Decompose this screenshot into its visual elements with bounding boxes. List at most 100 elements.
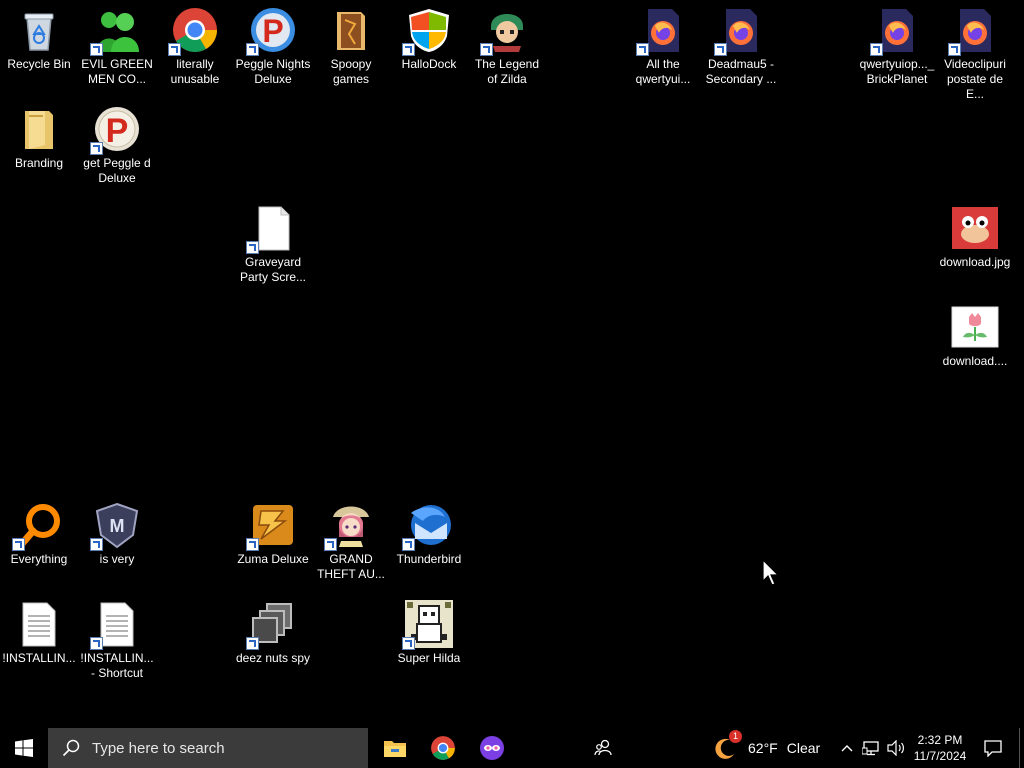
green-men-icon — [90, 6, 141, 56]
notification-icon — [984, 740, 1002, 757]
desktop-icon-peggle-nights[interactable]: P Peggle Nights Deluxe — [235, 0, 311, 87]
shortcut-arrow-icon — [714, 43, 727, 56]
speaker-icon — [887, 740, 904, 756]
weather-icon: 1 — [712, 730, 742, 760]
firefox-file-icon — [636, 6, 687, 56]
desktop-icon-evil-green-men[interactable]: EVIL GREEN MEN CO... — [79, 0, 155, 87]
weather-widget[interactable]: 1 62°F Clear — [712, 728, 830, 768]
shortcut-arrow-icon — [324, 538, 337, 551]
clock-date: 11/7/2024 — [913, 749, 967, 763]
desktop-icon-all-the-qwertyui[interactable]: All the qwertyui... — [625, 0, 701, 87]
desktop-icon-literally-unusable[interactable]: literally unusable — [157, 0, 233, 87]
show-hidden-icons-button[interactable] — [836, 728, 858, 768]
people-icon — [594, 739, 612, 756]
firefox-file-icon — [948, 6, 999, 56]
desktop-icon-installing-shortcut[interactable]: !INSTALLIN... - Shortcut — [79, 594, 155, 681]
file-explorer-icon — [384, 741, 406, 757]
start-button[interactable] — [0, 728, 48, 768]
anime-girl-icon — [324, 501, 375, 551]
zilda-icon — [480, 6, 531, 56]
desktop-icon-label: Recycle Bin — [7, 57, 71, 71]
search-placeholder: Type here to search — [92, 739, 225, 757]
weather-condition: Clear — [786, 740, 821, 756]
desktop[interactable]: Recycle Bin EVIL GREEN MEN CO... literal… — [0, 0, 1024, 728]
chrome-icon — [431, 736, 455, 760]
desktop-icon-hallodock[interactable]: HalloDock — [391, 0, 467, 72]
mask-app-icon — [480, 736, 504, 760]
weather-alert-badge: 1 — [729, 730, 742, 743]
shortcut-arrow-icon — [12, 538, 25, 551]
svg-text:M: M — [110, 516, 125, 536]
folder-icon — [15, 105, 63, 153]
shortcut-arrow-icon — [402, 637, 415, 650]
desktop-icon-installing[interactable]: !INSTALLIN... — [1, 594, 77, 666]
blank-file-icon — [246, 204, 297, 254]
desktop-icon-super-hilda[interactable]: Super Hilda — [391, 594, 467, 666]
desktop-icon-thunderbird[interactable]: Thunderbird — [391, 495, 467, 567]
desktop-icon-everything[interactable]: Everything — [1, 495, 77, 567]
desktop-icon-label: Spoopy games — [330, 57, 372, 86]
desktop-icon-zuma-deluxe[interactable]: Zuma Deluxe — [235, 495, 311, 567]
network-icon — [862, 741, 879, 756]
pixel-art-icon — [402, 600, 453, 650]
desktop-icon-deadmau5[interactable]: Deadmau5 - Secondary ... — [703, 0, 779, 87]
everything-search-icon — [12, 501, 63, 551]
desktop-icon-label: deez nuts spy — [235, 651, 311, 665]
shortcut-arrow-icon — [246, 43, 259, 56]
desktop-icon-download-jpg[interactable]: download.jpg — [937, 198, 1013, 270]
desktop-icon-spoopy-games[interactable]: Spoopy games — [313, 0, 389, 87]
desktop-icon-graveyard-party[interactable]: Graveyard Party Scre... — [235, 198, 311, 285]
shortcut-arrow-icon — [402, 538, 415, 551]
thunderbird-icon — [402, 501, 453, 551]
shortcut-arrow-icon — [402, 43, 415, 56]
chevron-up-icon — [841, 745, 853, 752]
peggle-icon: P — [246, 6, 297, 56]
search-input[interactable]: Type here to search — [48, 728, 368, 768]
desktop-icon-videoclipuri[interactable]: Videoclipuri postate de E... — [937, 0, 1013, 102]
clock[interactable]: 2:32 PM 11/7/2024 — [910, 728, 970, 768]
desktop-icon-get-peggle-deluxe[interactable]: P get Peggle d Deluxe — [79, 99, 155, 186]
show-desktop-button[interactable] — [1019, 728, 1024, 768]
shortcut-arrow-icon — [246, 538, 259, 551]
desktop-icon-label: !INSTALLIN... - Shortcut — [80, 651, 154, 680]
peggle-icon: P — [90, 105, 141, 155]
desktop-icon-deez-nuts-spy[interactable]: deez nuts spy — [235, 594, 311, 666]
desktop-icon-label: Peggle Nights Deluxe — [235, 57, 311, 86]
chrome-icon — [168, 6, 219, 56]
desktop-icon-label: The Legend of Zilda — [474, 57, 540, 86]
desktop-icon-download[interactable]: download.... — [937, 297, 1013, 369]
shield-icon — [402, 6, 453, 56]
desktop-icon-label: is very — [99, 552, 135, 566]
desktop-icon-label: Everything — [10, 552, 68, 566]
desktop-icon-label: All the qwertyui... — [635, 57, 691, 86]
svg-text:P: P — [262, 13, 283, 49]
shortcut-arrow-icon — [246, 241, 259, 254]
tulip-image-icon — [951, 303, 999, 351]
desktop-icon-branding[interactable]: Branding — [1, 99, 77, 171]
shortcut-arrow-icon — [870, 43, 883, 56]
shortcut-arrow-icon — [90, 538, 103, 551]
folder-icon — [327, 6, 375, 54]
volume-button[interactable] — [884, 728, 908, 768]
taskbar-file-explorer[interactable] — [372, 728, 418, 768]
network-button[interactable] — [860, 728, 882, 768]
people-button[interactable] — [586, 728, 620, 768]
desktop-icon-label: download.jpg — [939, 255, 1011, 269]
desktop-icon-label: Branding — [14, 156, 64, 170]
windows-logo-icon — [15, 739, 33, 757]
desktop-icon-label: download.... — [942, 354, 1008, 368]
desktop-icon-is-very[interactable]: M is very — [79, 495, 155, 567]
desktop-icon-label: Deadmau5 - Secondary ... — [705, 57, 777, 86]
desktop-icon-recycle-bin[interactable]: Recycle Bin — [1, 0, 77, 72]
action-center-button[interactable] — [976, 728, 1010, 768]
taskbar-purple-app[interactable] — [469, 728, 515, 768]
shortcut-arrow-icon — [90, 637, 103, 650]
desktop-icon-legend-of-zilda[interactable]: The Legend of Zilda — [469, 0, 545, 87]
desktop-icon-label: HalloDock — [401, 57, 457, 71]
desktop-icon-label: Graveyard Party Scre... — [239, 255, 307, 284]
desktop-icon-label: Thunderbird — [396, 552, 462, 566]
desktop-icon-brickplanet[interactable]: qwertyuiop..._ BrickPlanet — [859, 0, 935, 87]
shortcut-arrow-icon — [90, 43, 103, 56]
desktop-icon-grand-theft-au[interactable]: GRAND THEFT AU... — [313, 495, 389, 582]
taskbar-chrome[interactable] — [420, 728, 466, 768]
